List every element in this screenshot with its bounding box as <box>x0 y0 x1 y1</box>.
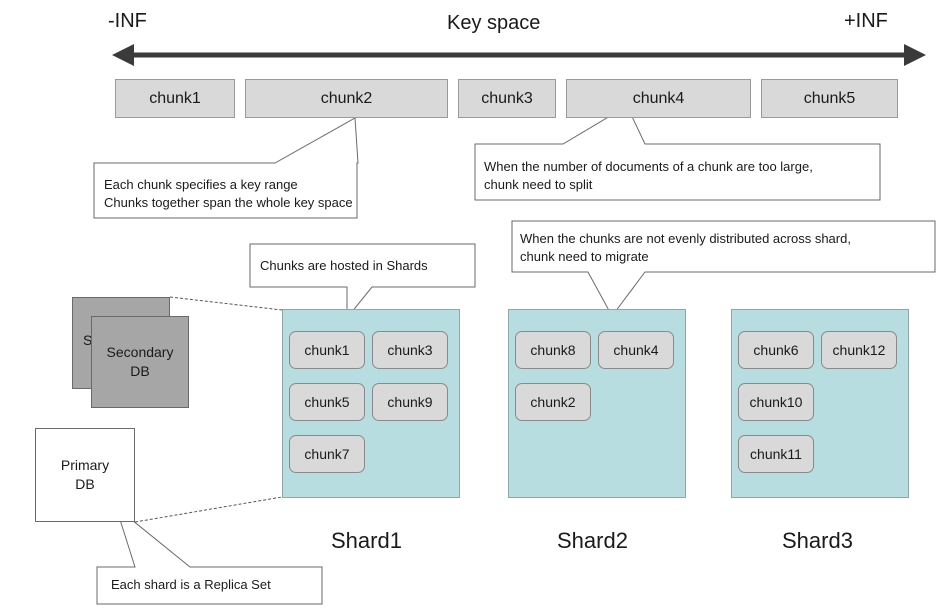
shard-box: chunk1 chunk3 chunk5 chunk9 chunk7 <box>282 309 460 498</box>
primary-db-line1: Primary <box>60 457 110 473</box>
key-space-max-label: +INF <box>844 10 888 32</box>
callout-replica: Each shard is a Replica Set <box>111 577 271 592</box>
callout-migrate: When the chunks are not evenly distribut… <box>520 230 851 266</box>
shard-chunk: chunk9 <box>372 383 448 421</box>
connector-top <box>169 296 283 311</box>
callout-key-range-line1: Each chunk specifies a key range <box>104 177 298 192</box>
key-chunk: chunk4 <box>566 79 751 118</box>
shard-chunk: chunk2 <box>515 383 591 421</box>
primary-db: Primary DB <box>35 428 135 522</box>
key-space-title: Key space <box>447 12 541 34</box>
shard-name: Shard2 <box>557 528 628 553</box>
secondary-db: Secondary DB <box>91 316 189 408</box>
callout-hosted-shape <box>249 243 476 320</box>
callout-migrate-line2: chunk need to migrate <box>520 249 649 264</box>
shard-chunk: chunk12 <box>821 331 897 369</box>
secondary-db-line1: Secondary <box>106 344 174 360</box>
callout-hosted: Chunks are hosted in Shards <box>260 258 428 273</box>
shard-box: chunk8 chunk4 chunk2 <box>508 309 686 498</box>
shard-chunk: chunk8 <box>515 331 591 369</box>
key-space-min-label: -INF <box>108 10 147 32</box>
shard-chunk: chunk4 <box>598 331 674 369</box>
shard-box: chunk6 chunk12 chunk10 chunk11 <box>731 309 909 498</box>
key-chunk: chunk1 <box>115 79 235 118</box>
shard-chunk: chunk10 <box>738 383 814 421</box>
key-chunk: chunk2 <box>245 79 448 118</box>
shard-name: Shard1 <box>331 528 402 553</box>
primary-db-line2: DB <box>75 476 95 492</box>
key-chunk: chunk5 <box>761 79 898 118</box>
shard-name: Shard3 <box>782 528 853 553</box>
key-space-arrow-right-head <box>904 44 926 66</box>
key-chunk: chunk3 <box>458 79 556 118</box>
callout-split-line1: When the number of documents of a chunk … <box>484 159 813 174</box>
callout-split: When the number of documents of a chunk … <box>484 158 813 194</box>
shard-chunk: chunk5 <box>289 383 365 421</box>
secondary-db-line2: DB <box>130 363 150 379</box>
callout-split-line2: chunk need to split <box>484 177 593 192</box>
shard-chunk: chunk6 <box>738 331 814 369</box>
shard-chunk: chunk7 <box>289 435 365 473</box>
callout-migrate-line1: When the chunks are not evenly distribut… <box>520 231 851 246</box>
key-space-arrow-left-head <box>112 44 134 66</box>
shard-chunk: chunk11 <box>738 435 814 473</box>
callout-key-range-line2: Chunks together span the whole key space <box>104 195 353 210</box>
shard-chunk: chunk3 <box>372 331 448 369</box>
connector-bottom <box>134 496 283 523</box>
shard-chunk: chunk1 <box>289 331 365 369</box>
callout-key-range: Each chunk specifies a key range Chunks … <box>104 176 353 212</box>
